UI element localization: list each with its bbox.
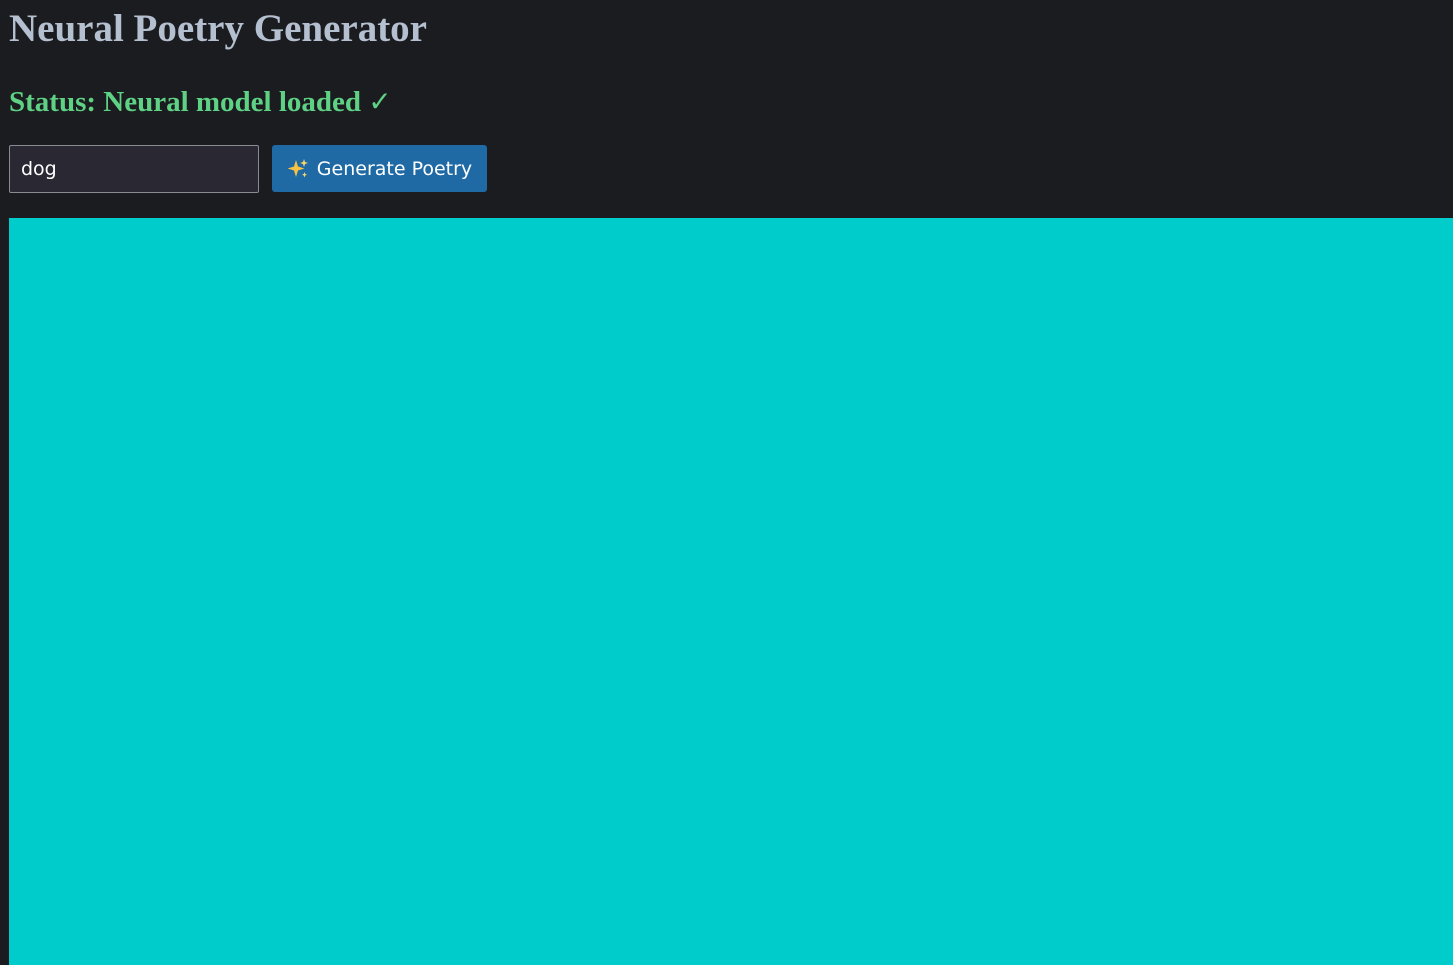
status-message: Status: Neural model loaded ✓ (9, 83, 392, 121)
checkmark-icon: ✓ (368, 85, 392, 118)
generate-poetry-button[interactable]: Generate Poetry (272, 145, 487, 192)
sparkles-icon (287, 158, 309, 180)
prompt-input[interactable] (9, 145, 259, 193)
poetry-output-canvas (9, 218, 1453, 965)
generate-button-label: Generate Poetry (316, 157, 473, 180)
status-text: Status: Neural model loaded (9, 86, 362, 118)
page-title: Neural Poetry Generator (9, 7, 427, 50)
